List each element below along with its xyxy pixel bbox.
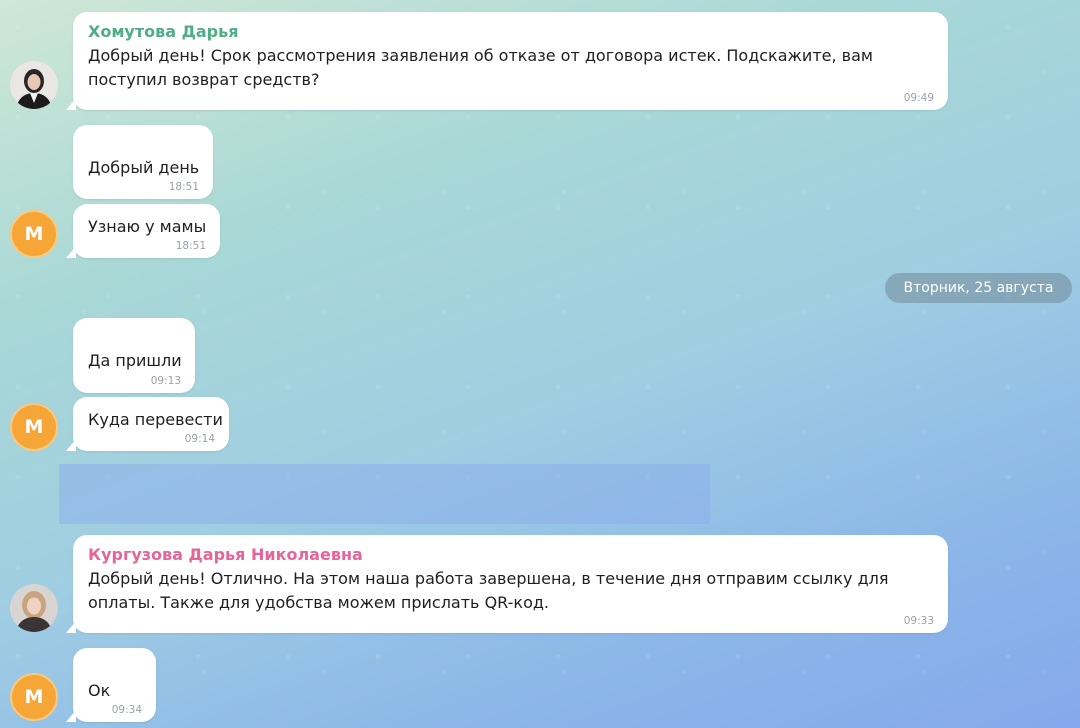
avatar-photo[interactable] (10, 61, 58, 109)
message-text: Ок (88, 681, 111, 700)
avatar-letter[interactable]: М (10, 403, 58, 451)
avatar-letter[interactable]: М (10, 673, 58, 721)
message-text: Добрый день (88, 158, 200, 177)
message-sender-name[interactable]: Кургузова Дарья Николаевна (88, 545, 363, 564)
message-bubble[interactable]: Ок 09:34 (66, 648, 156, 722)
message-text: Добрый день! Отлично. На этом наша работ… (88, 569, 894, 612)
message-text: Да пришли (88, 351, 182, 370)
message-text: Добрый день! Срок рассмотрения заявления… (88, 46, 879, 89)
message-text: Куда перевести (88, 410, 223, 429)
avatar-letter[interactable]: М (10, 210, 58, 258)
message-time: 09:49 (903, 92, 934, 104)
message-time: 18:51 (175, 240, 206, 252)
message-time: 09:34 (111, 704, 142, 716)
message-bubble[interactable]: Хомутова Дарья Добрый день! Срок рассмот… (66, 12, 948, 110)
message-time: 18:51 (168, 181, 199, 193)
message-bubble[interactable]: Кургузова Дарья Николаевна Добрый день! … (66, 535, 948, 633)
message-bubble[interactable]: Добрый день 18:51 (73, 125, 213, 199)
message-time: 09:14 (184, 433, 215, 445)
message-text: Узнаю у мамы (88, 217, 207, 236)
avatar-photo[interactable] (10, 584, 58, 632)
message-bubble[interactable]: Узнаю у мамы 18:51 (66, 204, 220, 258)
message-bubble[interactable]: Куда перевести 09:14 (66, 397, 229, 451)
message-sender-name[interactable]: Хомутова Дарья (88, 22, 238, 41)
message-time: 09:33 (903, 615, 934, 627)
date-separator: Вторник, 25 августа (885, 273, 1072, 303)
message-bubble[interactable]: Да пришли 09:13 (73, 318, 195, 393)
message-time: 09:13 (150, 375, 181, 387)
selection-highlight (59, 464, 710, 524)
